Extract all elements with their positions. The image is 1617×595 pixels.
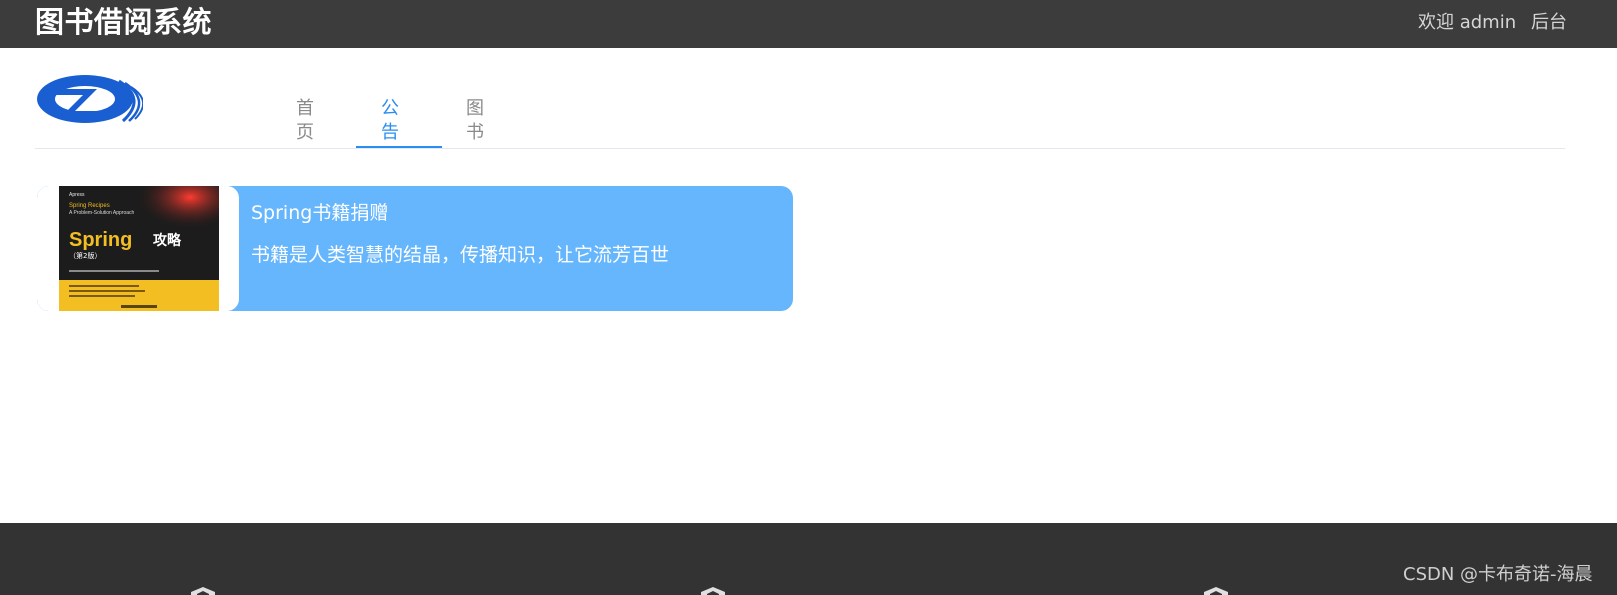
- admin-backend-link[interactable]: 后台: [1531, 11, 1567, 35]
- footer-shield-icon: [191, 587, 215, 595]
- app-title: 图书借阅系统: [35, 5, 213, 39]
- welcome-text: 欢迎 admin: [1418, 12, 1517, 33]
- cover-publisher: Apress: [69, 192, 85, 198]
- notice-card[interactable]: Apress Spring Recipes A Problem-Solution…: [37, 186, 793, 311]
- tab-home[interactable]: 首页: [296, 97, 314, 145]
- cover-series: Spring Recipes: [69, 203, 110, 209]
- footer: [0, 523, 1617, 595]
- csdn-watermark: CSDN @卡布奇诺-海晨: [1403, 564, 1593, 585]
- cover-title-cn: 攻略: [153, 232, 182, 249]
- cover-edition: （第2版）: [69, 251, 101, 260]
- book-cover-image: Apress Spring Recipes A Problem-Solution…: [59, 186, 219, 311]
- notice-title: Spring书籍捐赠: [251, 202, 389, 224]
- cover-subtitle: A Problem-Solution Approach: [69, 210, 135, 216]
- top-bar: 图书借阅系统 欢迎 admin 后台: [0, 0, 1617, 48]
- footer-shield-icon: [1204, 587, 1228, 595]
- cover-title-en: Spring: [69, 229, 132, 251]
- tab-books[interactable]: 图书: [466, 97, 484, 145]
- tab-announcements[interactable]: 公告: [381, 97, 399, 145]
- notice-description: 书籍是人类智慧的结晶，传播知识，让它流芳百世: [251, 244, 670, 266]
- notice-thumbnail: Apress Spring Recipes A Problem-Solution…: [37, 186, 239, 311]
- nav-divider: [35, 148, 1565, 149]
- footer-shield-icon: [701, 587, 725, 595]
- site-logo[interactable]: [35, 71, 143, 126]
